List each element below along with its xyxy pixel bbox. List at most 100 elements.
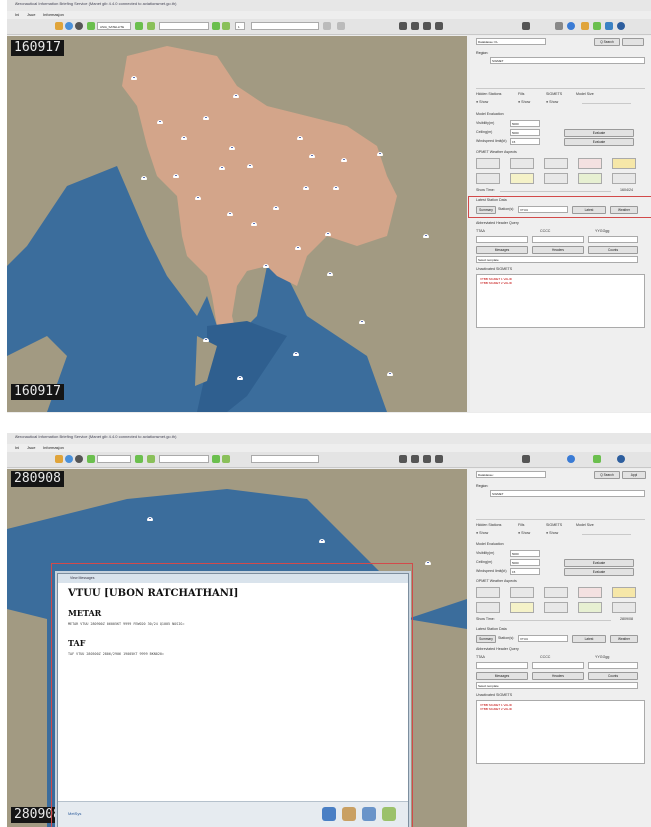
export-icon[interactable] <box>222 22 230 30</box>
station-marker[interactable] <box>303 186 309 190</box>
chart-icon[interactable] <box>578 173 602 184</box>
menu-item[interactable]: Jsue <box>27 445 35 450</box>
step-forward-icon[interactable] <box>435 22 443 30</box>
template-combo[interactable]: Select template <box>476 256 638 263</box>
station-marker[interactable] <box>131 76 137 80</box>
help-icon[interactable] <box>617 22 625 30</box>
sigmet-line[interactable]: VTBB SIGMET 2 VALID <box>480 707 641 711</box>
ttaa-input[interactable] <box>476 236 528 243</box>
help-icon[interactable] <box>322 807 336 821</box>
cccc-input[interactable] <box>532 236 584 243</box>
product-combo[interactable] <box>159 22 209 30</box>
globe-icon[interactable] <box>65 22 73 30</box>
counts-button[interactable]: Counts <box>588 672 638 680</box>
sigmet-list[interactable]: VTBB SIGMET 1 VALID VTBB SIGMET 2 VALID <box>476 700 645 764</box>
station-marker[interactable] <box>423 234 429 238</box>
sigmet-line[interactable]: VTBB SIGMET 2 VALID <box>480 281 641 285</box>
pin-icon[interactable] <box>522 22 530 30</box>
user-icon[interactable] <box>342 807 356 821</box>
cccc-input[interactable] <box>532 662 584 669</box>
region-combo[interactable]: SIGMET <box>490 490 645 497</box>
layer-combo[interactable]: ASIA_SATELLITE <box>97 22 131 30</box>
chart-icon[interactable] <box>578 602 602 613</box>
evaluate-button[interactable]: Evaluate <box>564 138 634 146</box>
station-marker[interactable] <box>219 166 225 170</box>
image-icon[interactable] <box>135 22 143 30</box>
menu-item[interactable]: Jsue <box>27 12 35 17</box>
model-size-slider[interactable] <box>582 534 631 535</box>
station-marker[interactable] <box>297 136 303 140</box>
draw-icon[interactable] <box>555 22 563 30</box>
station-marker[interactable] <box>325 232 331 236</box>
station-marker[interactable] <box>157 120 163 124</box>
play-back-icon[interactable] <box>411 22 419 30</box>
time-slider[interactable] <box>500 620 611 621</box>
info-icon[interactable] <box>567 455 575 463</box>
headers-button[interactable]: Headers <box>532 672 584 680</box>
settings-icon[interactable] <box>75 455 83 463</box>
station-marker[interactable] <box>319 539 325 543</box>
station-marker[interactable] <box>247 164 253 168</box>
thunder-icon[interactable] <box>476 602 500 613</box>
station-input[interactable]: VTUU <box>518 206 568 213</box>
table-icon[interactable] <box>612 173 636 184</box>
sun-icon[interactable] <box>510 602 534 613</box>
station-marker[interactable] <box>181 136 187 140</box>
show-radio[interactable]: ● Show <box>476 100 488 104</box>
headers-button[interactable]: Headers <box>532 246 584 254</box>
model-size-slider[interactable] <box>582 103 631 104</box>
station-marker[interactable] <box>293 352 299 356</box>
stats-icon[interactable] <box>593 455 601 463</box>
turbulence-icon[interactable] <box>578 158 602 169</box>
thunder-icon[interactable] <box>476 173 500 184</box>
rain-icon[interactable] <box>510 158 534 169</box>
visibility-input[interactable]: 5000 <box>510 120 540 127</box>
windspeed-input[interactable]: 15 <box>510 568 540 575</box>
station-marker[interactable] <box>227 212 233 216</box>
station-marker[interactable] <box>341 158 347 162</box>
yygg-input[interactable] <box>588 662 638 669</box>
menu-item[interactable]: Ini <box>15 12 19 17</box>
weather-button[interactable]: Weather <box>610 206 638 214</box>
station-marker[interactable] <box>229 146 235 150</box>
search-button[interactable]: Q Search <box>594 471 620 479</box>
warning-icon[interactable] <box>612 158 636 169</box>
evaluate-button[interactable]: Evaluate <box>564 568 634 576</box>
search-button[interactable]: Q Search <box>594 38 620 46</box>
info-icon[interactable] <box>567 22 575 30</box>
cloud-icon[interactable] <box>476 158 500 169</box>
show-radio[interactable]: ● Show <box>546 100 558 104</box>
export-icon[interactable] <box>222 455 230 463</box>
level-down-icon[interactable] <box>337 22 345 30</box>
close-icon[interactable]: ✕ <box>15 1 641 6</box>
windspeed-input[interactable]: 15 <box>510 138 540 145</box>
ceiling-input[interactable]: 5000 <box>510 559 540 566</box>
station-marker[interactable] <box>359 320 365 324</box>
chart-icon[interactable] <box>147 22 155 30</box>
station-marker[interactable] <box>203 338 209 342</box>
cloud-icon[interactable] <box>476 587 500 598</box>
template-combo[interactable]: Select template <box>476 682 638 689</box>
play-icon[interactable] <box>423 455 431 463</box>
station-marker[interactable] <box>147 517 153 521</box>
print-icon[interactable] <box>362 807 376 821</box>
table-icon[interactable] <box>612 602 636 613</box>
latest-button[interactable]: Latest <box>572 635 606 643</box>
ceiling-input[interactable]: 5000 <box>510 129 540 136</box>
fog-icon[interactable] <box>544 587 568 598</box>
show-radio[interactable]: ● Show <box>476 531 488 535</box>
snow-icon[interactable] <box>544 173 568 184</box>
evaluate-button[interactable]: Evaluate <box>564 559 634 567</box>
help-icon[interactable] <box>617 455 625 463</box>
summary-button[interactable]: Summary <box>476 635 496 643</box>
station-marker[interactable] <box>263 264 269 268</box>
summary-button[interactable]: Summary <box>476 206 496 214</box>
station-marker[interactable] <box>141 176 147 180</box>
open-icon[interactable] <box>55 455 63 463</box>
overlay-icon[interactable] <box>212 22 220 30</box>
latest-button[interactable]: Latest <box>572 206 606 214</box>
station-marker[interactable] <box>333 186 339 190</box>
station-marker[interactable] <box>251 222 257 226</box>
time-slider[interactable] <box>500 191 611 192</box>
menu-item[interactable]: Informasjon <box>43 445 64 450</box>
